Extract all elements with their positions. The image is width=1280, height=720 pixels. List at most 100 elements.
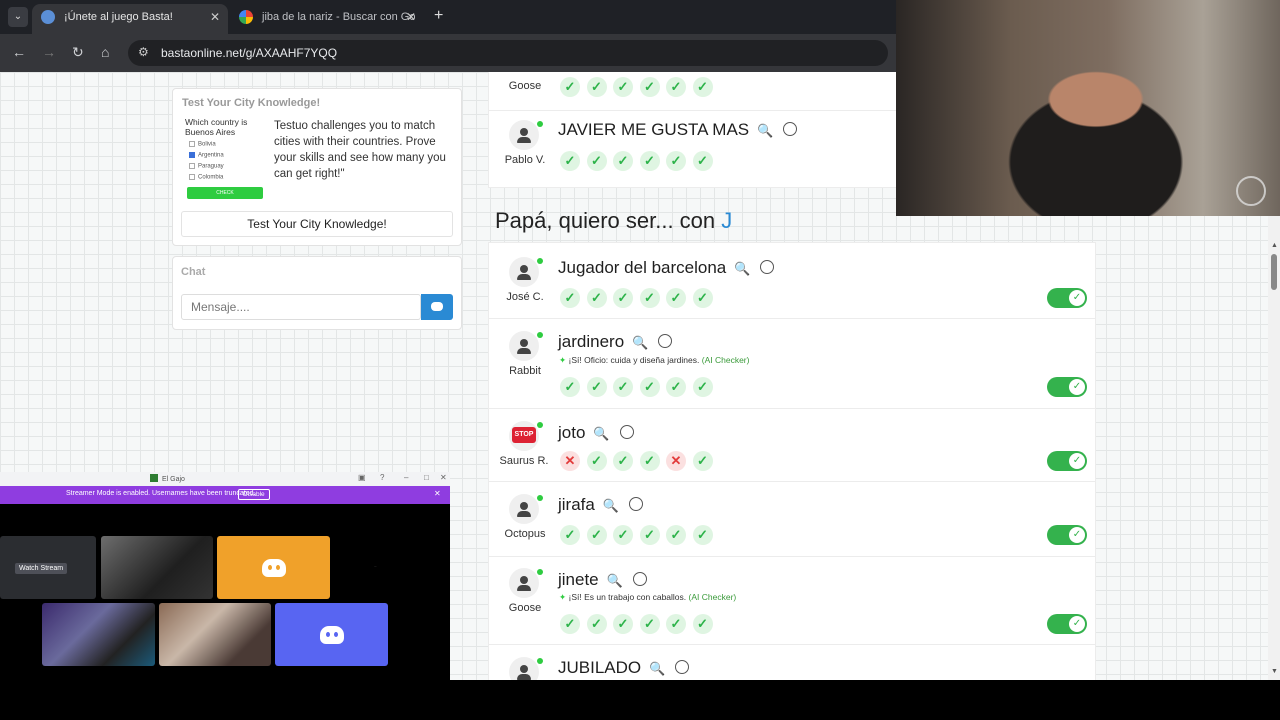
vote-approve-icon[interactable]: ✓	[613, 525, 633, 545]
add-reaction-icon[interactable]	[783, 122, 798, 136]
screen-icon[interactable]: ▣	[358, 473, 366, 482]
participant-video-tile[interactable]	[159, 603, 271, 666]
add-reaction-icon[interactable]	[629, 497, 644, 511]
accept-toggle[interactable]	[1047, 377, 1087, 397]
vote-approve-icon[interactable]: ✓	[613, 451, 633, 471]
vote-reject-icon[interactable]: ✕	[666, 451, 686, 471]
vote-approve-icon[interactable]: ✓	[586, 377, 607, 397]
chat-card: Chat Mensaje....	[172, 256, 462, 330]
vote-approve-icon[interactable]: ✓	[639, 377, 660, 397]
vote-approve-icon[interactable]: ✓	[639, 525, 660, 545]
participant-tile[interactable]: ...	[334, 536, 446, 599]
accept-toggle[interactable]	[1047, 614, 1087, 634]
participant-video-tile[interactable]	[101, 536, 213, 599]
vote-approve-icon[interactable]: ✓	[560, 151, 580, 171]
forward-icon[interactable]: →	[42, 44, 56, 60]
vote-approve-icon[interactable]: ✓	[586, 614, 607, 634]
search-icon[interactable]: 🔍	[734, 261, 750, 276]
vote-reject-icon[interactable]: ✕	[560, 451, 580, 471]
tab-basta[interactable]: ¡Únete al juego Basta! ✕	[32, 4, 228, 34]
vote-approve-icon[interactable]: ✓	[586, 77, 607, 97]
vote-approve-icon[interactable]: ✓	[560, 288, 580, 308]
vote-approve-icon[interactable]: ✓	[666, 77, 686, 97]
vote-approve-icon[interactable]: ✓	[666, 151, 686, 171]
participant-avatar-tile[interactable]	[217, 536, 330, 599]
vote-approve-icon[interactable]: ✓	[692, 288, 713, 308]
vote-approve-icon[interactable]: ✓	[692, 151, 713, 171]
vote-approve-icon[interactable]: ✓	[692, 451, 713, 471]
scroll-up-icon[interactable]: ▲	[1271, 242, 1278, 249]
home-icon[interactable]: ⌂	[101, 44, 109, 60]
new-tab-button[interactable]: +	[434, 7, 443, 25]
close-window-icon[interactable]: ✕	[440, 473, 447, 482]
answer-word: JAVIER ME GUSTA MAS 🔍	[558, 120, 798, 140]
address-bar[interactable]: ⚙ bastaonline.net/g/AXAAHF7YQQ	[128, 40, 888, 66]
vote-approve-icon[interactable]: ✓	[560, 525, 580, 545]
promo-button[interactable]: Test Your City Knowledge!	[181, 211, 453, 237]
vote-approve-icon[interactable]: ✓	[560, 77, 580, 97]
vote-approve-icon[interactable]: ✓	[586, 151, 607, 171]
minimize-icon[interactable]: –	[404, 473, 408, 482]
vote-approve-icon[interactable]: ✓	[613, 288, 633, 308]
vote-approve-icon[interactable]: ✓	[560, 377, 580, 397]
close-banner-icon[interactable]: ✕	[434, 489, 441, 498]
maximize-icon[interactable]: □	[424, 473, 429, 482]
tab-title: ¡Únete al juego Basta!	[64, 11, 173, 23]
search-icon[interactable]: 🔍	[757, 123, 773, 138]
accept-toggle[interactable]	[1047, 525, 1087, 545]
tab-close-icon[interactable]: ✕	[210, 4, 220, 30]
search-icon[interactable]: 🔍	[649, 661, 665, 676]
tab-search-button[interactable]: ⌄	[8, 7, 28, 27]
disable-streamer-mode-button[interactable]: Disable	[238, 489, 270, 500]
vote-approve-icon[interactable]: ✓	[666, 525, 686, 545]
vote-approve-icon[interactable]: ✓	[639, 451, 660, 471]
vote-approve-icon[interactable]: ✓	[666, 614, 686, 634]
reload-icon[interactable]: ↻	[72, 44, 84, 61]
help-icon[interactable]: ?	[380, 473, 384, 482]
watch-stream-button[interactable]: Watch Stream	[15, 563, 68, 574]
scrollbar-thumb[interactable]	[1271, 254, 1277, 290]
accept-toggle[interactable]	[1047, 288, 1087, 308]
vote-approve-icon[interactable]: ✓	[613, 377, 633, 397]
avatar	[509, 257, 539, 287]
url-text[interactable]: bastaonline.net/g/AXAAHF7YQQ	[161, 46, 337, 60]
add-reaction-icon[interactable]	[675, 660, 690, 674]
participant-avatar-tile[interactable]	[275, 603, 388, 666]
vote-approve-icon[interactable]: ✓	[586, 451, 607, 471]
vote-approve-icon[interactable]: ✓	[666, 377, 686, 397]
stream-tile[interactable]: Watch Stream	[0, 536, 96, 599]
participant-video-tile[interactable]	[42, 603, 155, 666]
search-icon[interactable]: 🔍	[593, 426, 609, 441]
add-reaction-icon[interactable]	[760, 260, 775, 274]
back-icon[interactable]: ←	[12, 44, 26, 60]
vote-approve-icon[interactable]: ✓	[586, 288, 607, 308]
vote-approve-icon[interactable]: ✓	[692, 525, 713, 545]
search-icon[interactable]: 🔍	[607, 573, 623, 588]
vote-approve-icon[interactable]: ✓	[692, 614, 713, 634]
vote-approve-icon[interactable]: ✓	[639, 77, 660, 97]
answer-word: jardinero 🔍	[558, 332, 673, 352]
add-reaction-icon[interactable]	[632, 572, 647, 586]
search-icon[interactable]: 🔍	[603, 498, 619, 513]
chat-input[interactable]: Mensaje....	[181, 294, 421, 320]
vote-approve-icon[interactable]: ✓	[560, 614, 580, 634]
vote-approve-icon[interactable]: ✓	[692, 77, 713, 97]
vote-approve-icon[interactable]: ✓	[613, 614, 633, 634]
site-info-icon[interactable]: ⚙	[138, 45, 149, 59]
tab-close-icon[interactable]: ✕	[406, 4, 416, 30]
scroll-down-icon[interactable]: ▼	[1271, 668, 1278, 675]
vote-approve-icon[interactable]: ✓	[586, 525, 607, 545]
vote-approve-icon[interactable]: ✓	[613, 77, 633, 97]
add-reaction-icon[interactable]	[658, 334, 673, 348]
vote-approve-icon[interactable]: ✓	[692, 377, 713, 397]
vote-approve-icon[interactable]: ✓	[639, 288, 660, 308]
search-icon[interactable]: 🔍	[632, 335, 648, 350]
accept-toggle[interactable]	[1047, 451, 1087, 471]
add-reaction-icon[interactable]	[619, 425, 634, 439]
vote-approve-icon[interactable]: ✓	[666, 288, 686, 308]
vote-approve-icon[interactable]: ✓	[639, 614, 660, 634]
vote-approve-icon[interactable]: ✓	[613, 151, 633, 171]
vote-approve-icon[interactable]: ✓	[639, 151, 660, 171]
tab-google-search[interactable]: jiba de la nariz - Buscar con Go ✕	[230, 4, 424, 34]
send-message-button[interactable]	[421, 294, 453, 320]
